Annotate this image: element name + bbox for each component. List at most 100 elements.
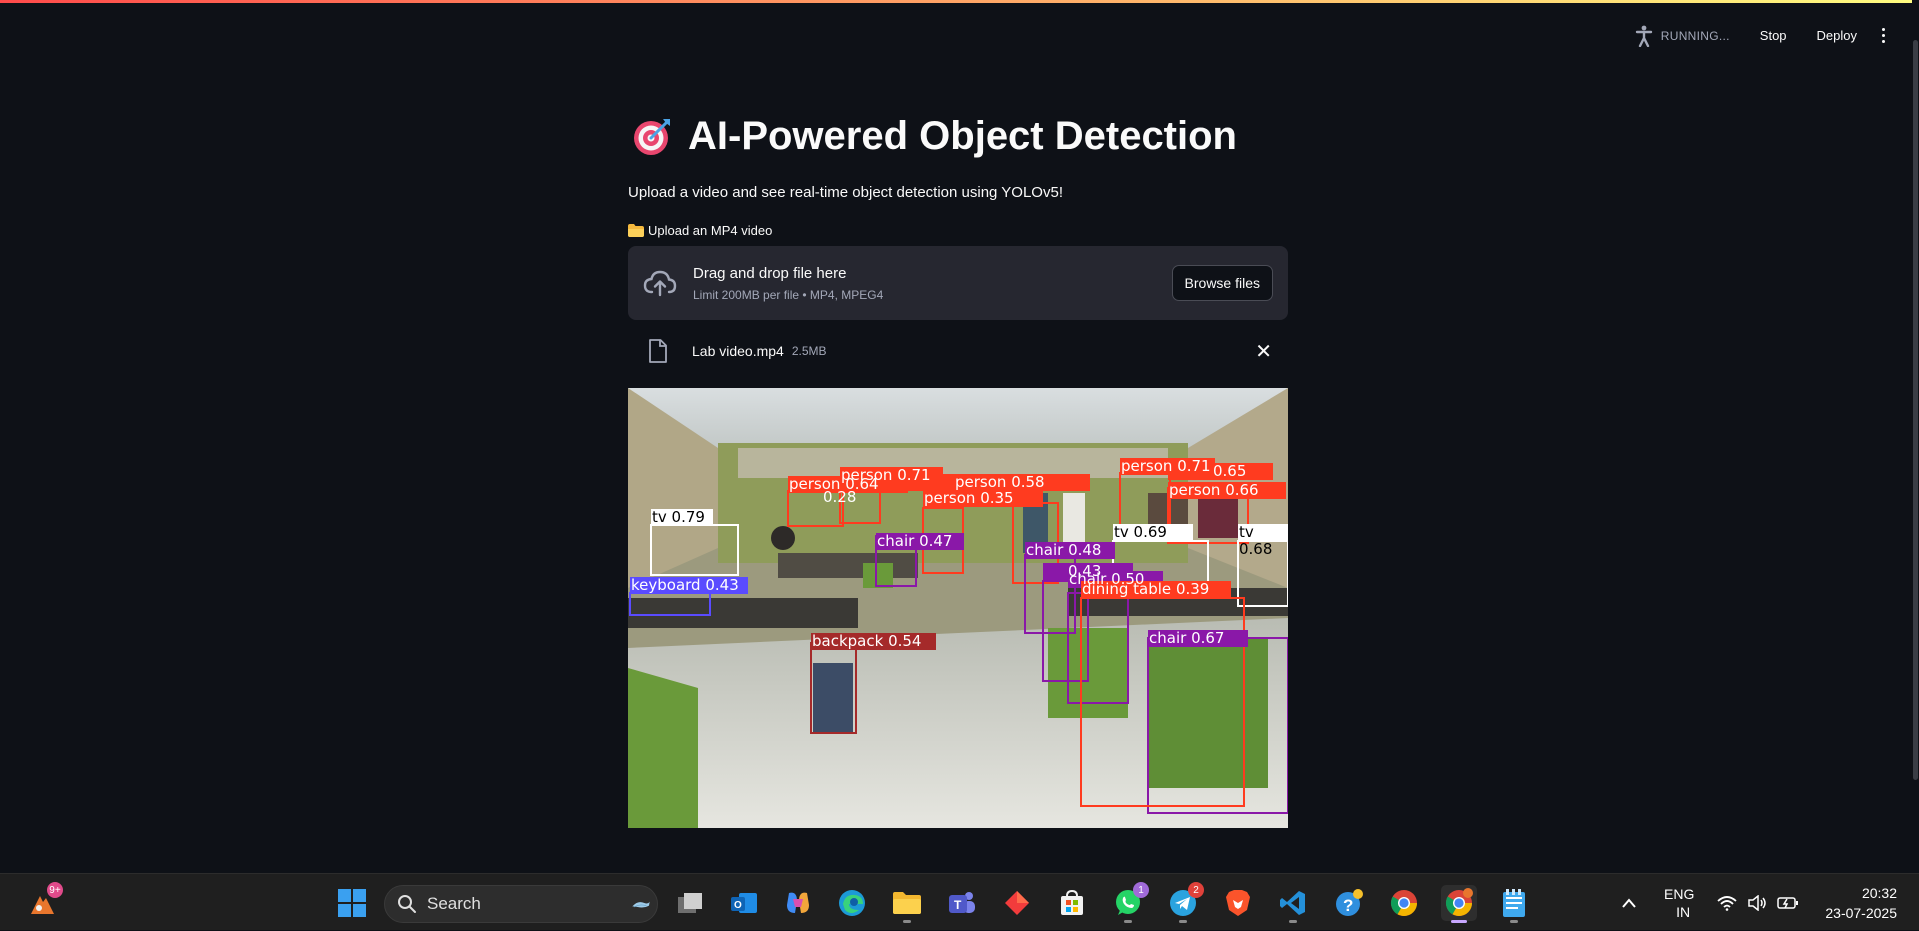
scrollbar-thumb[interactable] <box>1913 40 1918 780</box>
running-indicator <box>1179 920 1187 923</box>
chrome-icon <box>1390 890 1418 917</box>
chevron-up-icon <box>1622 897 1636 908</box>
help-icon: ? <box>1336 889 1363 916</box>
scrollbar[interactable] <box>1912 0 1919 780</box>
taskbar-task-view[interactable] <box>672 885 708 921</box>
taskbar-search[interactable]: Search <box>384 885 658 923</box>
taskbar-vscode[interactable] <box>1275 885 1311 923</box>
wifi-icon <box>1717 895 1737 911</box>
browse-files-button[interactable]: Browse files <box>1171 265 1273 301</box>
taskbar-teams[interactable]: T <box>944 885 980 921</box>
uploader-label-text: Upload an MP4 video <box>648 223 773 238</box>
search-highlight-icon <box>632 901 650 908</box>
store-icon <box>1061 889 1083 915</box>
vscode-icon <box>1280 891 1305 915</box>
top-decoration-bar <box>0 0 1919 3</box>
battery-charging-icon <box>1777 896 1798 909</box>
svg-text:?: ? <box>1343 896 1353 915</box>
brave-lion-icon <box>1226 890 1250 916</box>
edge-icon <box>839 890 865 916</box>
cloud-upload-icon <box>643 270 677 297</box>
deploy-button[interactable]: Deploy <box>1807 22 1867 49</box>
taskbar-telegram[interactable]: 2 <box>1165 882 1204 923</box>
taskbar-chrome-profile[interactable] <box>1441 885 1477 923</box>
detection-label: keyboard 0.43 <box>631 576 739 594</box>
taskbar-notepad[interactable] <box>1496 885 1532 923</box>
target-dart-icon <box>634 119 670 155</box>
uploader-label: Upload an MP4 video <box>628 223 1288 238</box>
svg-text:O: O <box>734 900 742 911</box>
whatsapp-badge: 1 <box>1133 882 1149 898</box>
taskbar-whatsapp[interactable]: 1 <box>1110 882 1149 923</box>
page-subtitle: Upload a video and see real-time object … <box>628 184 1063 201</box>
teams-icon: T <box>949 892 975 913</box>
uploaded-file: Lab video.mp4 2.5MB ✕ <box>628 333 1288 369</box>
taskbar-edge[interactable] <box>834 885 870 921</box>
running-indicator <box>1510 920 1518 923</box>
search-icon <box>398 895 416 913</box>
main-content: AI-Powered Object Detection Upload a vid… <box>628 108 1288 828</box>
taskbar-ms-store[interactable] <box>1054 885 1090 921</box>
taskbar-chrome[interactable] <box>1386 885 1422 921</box>
detection-label: person 0.58 <box>955 473 1045 491</box>
file-dropzone[interactable]: Drag and drop file here Limit 200MB per … <box>628 246 1288 320</box>
file-name: Lab video.mp4 <box>692 343 784 359</box>
taskbar: 9+ Search O T 1 2 ? ENG IN 20:32 23-07-2… <box>0 873 1919 930</box>
detection-label: person 0.35 <box>924 489 1014 507</box>
detection-label: person 0.71 <box>1121 457 1211 475</box>
running-indicator <box>903 920 911 923</box>
notepad-icon <box>1503 889 1525 917</box>
file-size: 2.5MB <box>791 344 827 358</box>
windows-start-icon <box>338 889 366 917</box>
taskbar-outlook[interactable]: O <box>726 885 762 921</box>
running-man-icon <box>1635 25 1652 47</box>
taskbar-get-help[interactable]: ? <box>1331 885 1367 921</box>
detection-label: chair 0.67 <box>1149 629 1225 647</box>
volume-icon <box>1748 894 1766 911</box>
detection-labels: tv 0.79 keyboard 0.43 person 0.64 person… <box>628 388 1288 828</box>
detection-label: person 0.71 <box>841 466 931 484</box>
detection-label: tv 0.79 <box>652 508 705 526</box>
file-icon <box>649 339 667 363</box>
app-toolbar: RUNNING... Stop Deploy <box>1635 22 1893 49</box>
language-text: ENG <box>1664 885 1695 902</box>
outlook-icon: O <box>731 893 757 913</box>
detection-label: chair 0.48 <box>1026 541 1102 559</box>
detection-label: tv 0.69 <box>1114 523 1167 541</box>
folder-icon <box>893 892 921 914</box>
taskbar-brave[interactable] <box>1220 885 1256 921</box>
quick-settings[interactable] <box>1717 874 1799 931</box>
taskbar-app-diamond[interactable] <box>999 885 1035 921</box>
telegram-badge: 2 <box>1188 882 1204 898</box>
active-indicator <box>1451 920 1467 923</box>
detection-label: 0.65 <box>1213 462 1247 480</box>
chrome-profile-icon <box>1445 888 1473 917</box>
clock-date: 23-07-2025 <box>1825 905 1897 921</box>
main-menu-icon[interactable] <box>1873 25 1893 47</box>
taskbar-file-explorer[interactable] <box>889 885 925 923</box>
detection-label: 0.28 <box>823 488 857 506</box>
task-view-icon <box>678 893 702 913</box>
diamond-app-icon <box>1005 891 1029 915</box>
detection-video-frame[interactable]: tv 0.79 keyboard 0.43 person 0.64 person… <box>628 388 1288 828</box>
detection-label: chair 0.47 <box>877 532 953 550</box>
folder-icon <box>628 224 644 237</box>
language-indicator[interactable]: ENG IN <box>1664 874 1694 931</box>
remove-file-icon[interactable]: ✕ <box>1255 339 1272 364</box>
stop-button[interactable]: Stop <box>1750 22 1797 49</box>
running-indicator <box>1289 920 1297 923</box>
tray-overflow[interactable] <box>1620 874 1638 931</box>
detection-label: dining table 0.39 <box>1082 580 1210 598</box>
search-placeholder: Search <box>427 894 481 913</box>
detection-label: tv 0.68 <box>1239 523 1273 558</box>
dropzone-limit: Limit 200MB per file • MP4, MPEG4 <box>693 287 884 302</box>
widgets-button[interactable]: 9+ <box>24 882 63 921</box>
start-button[interactable] <box>334 885 370 921</box>
running-indicator <box>1124 920 1132 923</box>
widgets-badge: 9+ <box>47 882 63 898</box>
taskbar-copilot[interactable] <box>780 885 816 921</box>
clock-time: 20:32 <box>1861 885 1897 901</box>
detection-label: person 0.66 <box>1169 481 1259 499</box>
system-clock[interactable]: 20:32 23-07-2025 <box>1825 883 1897 923</box>
page-title-text: AI-Powered Object Detection <box>688 113 1237 158</box>
